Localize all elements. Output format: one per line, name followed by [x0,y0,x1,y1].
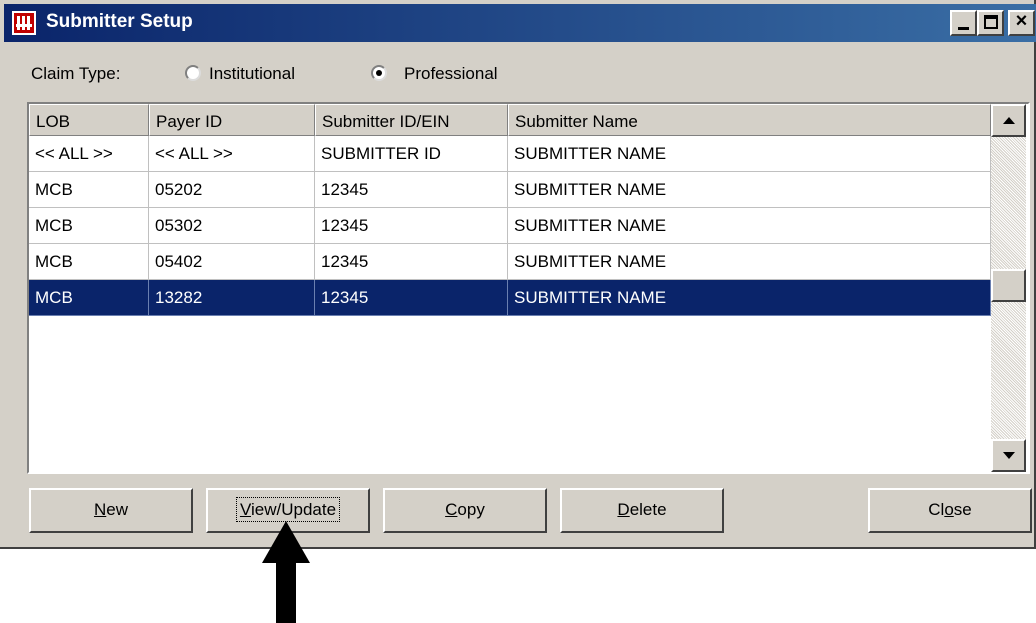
up-arrow-shaft [276,560,296,623]
submitter-name-cell: SUBMITTER NAME [508,172,991,208]
submitter-list[interactable]: LOB Payer ID Submitter ID/EIN Submitter … [27,102,1030,474]
payer-id-cell: 05402 [149,244,315,280]
submitter-id-cell: 12345 [315,244,508,280]
new-button[interactable]: New [29,488,193,533]
close-icon: × [1015,10,1028,32]
table-row[interactable]: MCB 05402 12345 SUBMITTER NAME [29,244,991,280]
maximize-button[interactable] [977,10,1004,36]
scroll-thumb[interactable] [991,269,1026,302]
submitter-id-cell: 12345 [315,208,508,244]
table-row[interactable]: << ALL >> << ALL >> SUBMITTER ID SUBMITT… [29,136,991,172]
minimize-button[interactable] [950,10,977,36]
institutional-radio[interactable] [185,65,201,81]
submitter-name-cell: SUBMITTER NAME [508,280,991,316]
close-button[interactable]: Close [868,488,1032,533]
scroll-up-icon [1003,117,1015,124]
maximize-icon [984,15,998,29]
column-header-payer-id[interactable]: Payer ID [149,104,315,136]
window-title: Submitter Setup [46,11,193,32]
payer-id-cell: 13282 [149,280,315,316]
lob-cell: MCB [29,208,149,244]
scroll-down-button[interactable] [991,439,1026,472]
delete-button[interactable]: Delete [560,488,724,533]
submitter-name-cell: SUBMITTER NAME [508,244,991,280]
lob-cell: MCB [29,280,149,316]
payer-id-cell: << ALL >> [149,136,315,172]
app-table-icon [12,11,36,35]
table-row[interactable]: MCB 05302 12345 SUBMITTER NAME [29,208,991,244]
submitter-id-cell: 12345 [315,172,508,208]
minimize-icon [958,27,969,30]
submitter-setup-window: Submitter Setup × Claim Type: Institutio… [0,0,1036,549]
lob-cell: MCB [29,244,149,280]
submitter-name-cell: SUBMITTER NAME [508,208,991,244]
column-header-submitter-id[interactable]: Submitter ID/EIN [315,104,508,136]
scroll-down-icon [1003,452,1015,459]
claim-type-label: Claim Type: [31,64,121,83]
professional-radio-label[interactable]: Professional [404,64,498,84]
up-arrow-icon [262,521,310,563]
table-row-selected[interactable]: MCB 13282 12345 SUBMITTER NAME [29,280,991,316]
submitter-id-cell: SUBMITTER ID [315,136,508,172]
institutional-radio-label[interactable]: Institutional [209,64,295,84]
professional-radio[interactable] [371,65,387,81]
column-header-submitter-name[interactable]: Submitter Name [508,104,991,136]
submitter-id-cell: 12345 [315,280,508,316]
payer-id-cell: 05302 [149,208,315,244]
scroll-up-button[interactable] [991,104,1026,137]
column-header-lob[interactable]: LOB [29,104,149,136]
submitter-name-cell: SUBMITTER NAME [508,136,991,172]
copy-button[interactable]: Copy [383,488,547,533]
close-window-button[interactable]: × [1008,10,1035,36]
payer-id-cell: 05202 [149,172,315,208]
table-row[interactable]: MCB 05202 12345 SUBMITTER NAME [29,172,991,208]
lob-cell: << ALL >> [29,136,149,172]
vertical-scrollbar[interactable] [991,104,1026,472]
lob-cell: MCB [29,172,149,208]
title-bar[interactable]: Submitter Setup × [4,4,1036,42]
